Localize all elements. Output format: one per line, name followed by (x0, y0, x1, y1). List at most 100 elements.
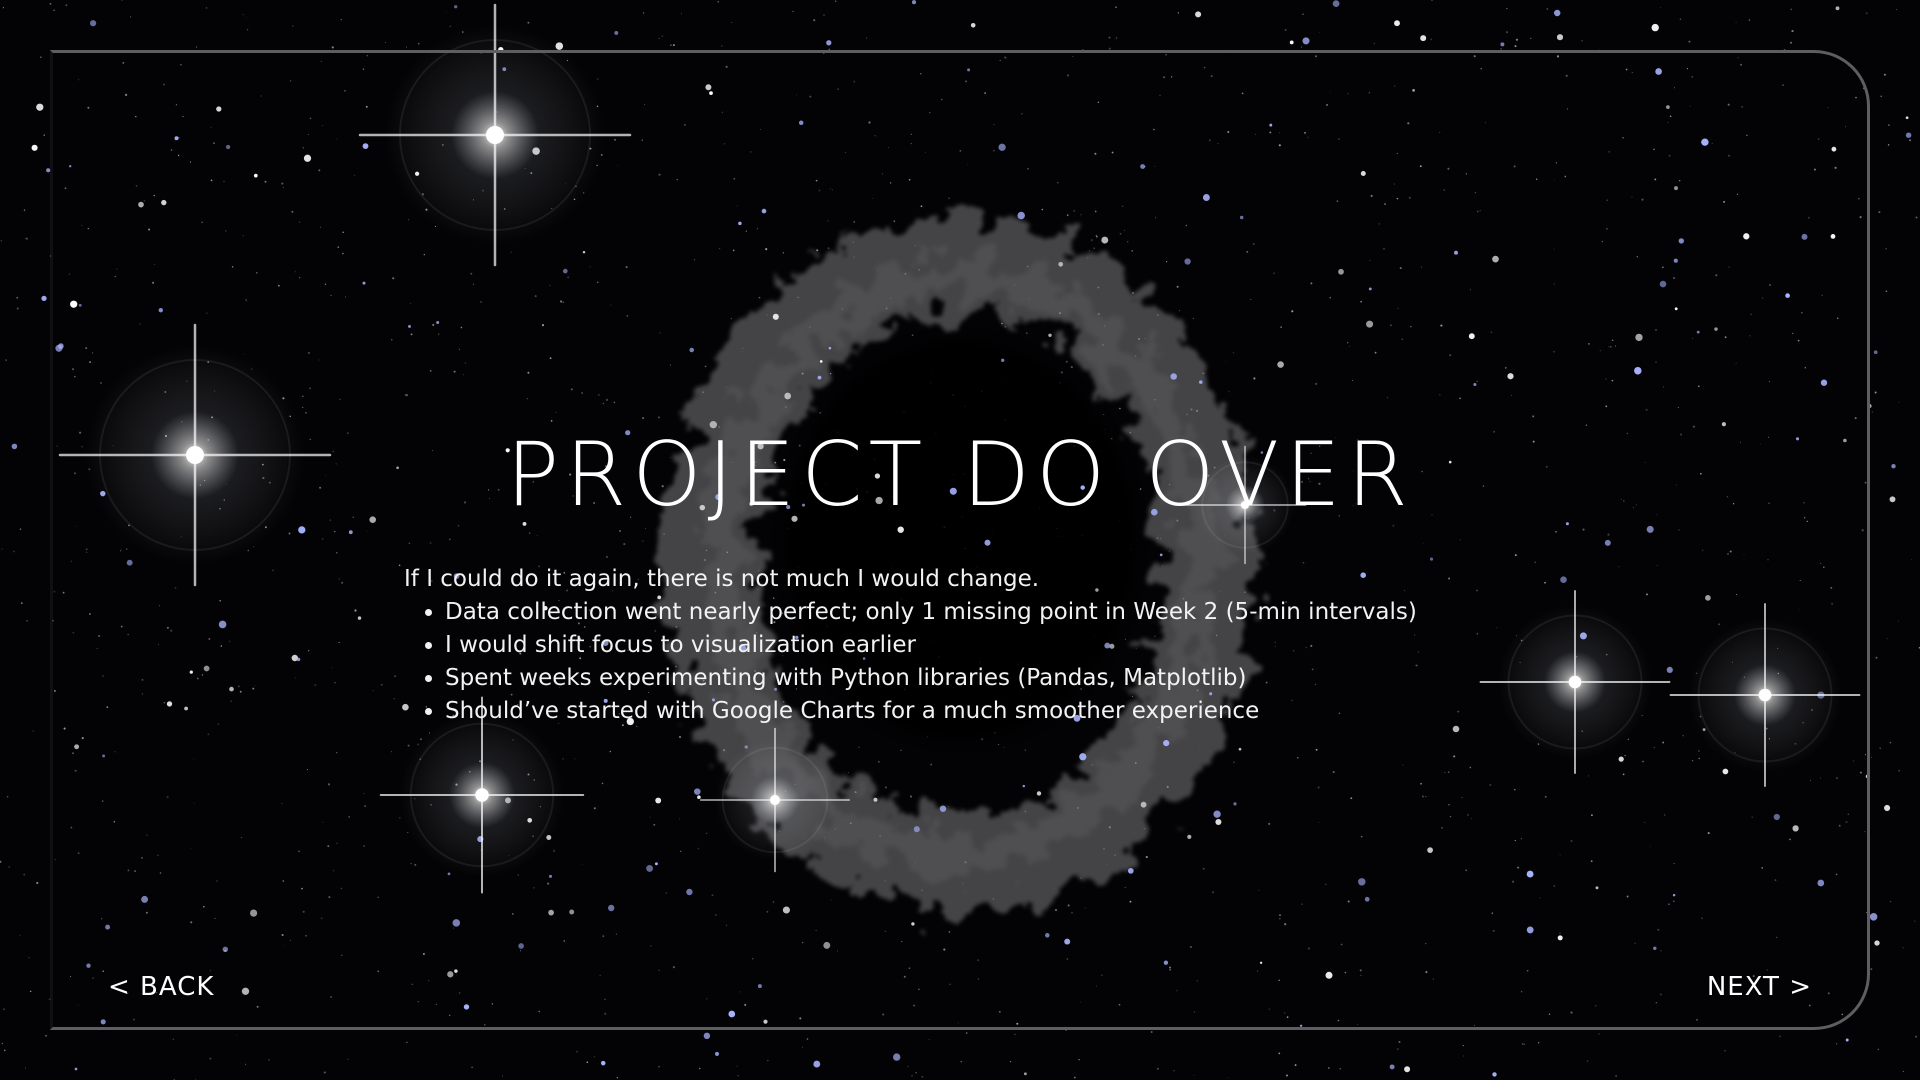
star (1865, 774, 1870, 779)
star-dust (1485, 122, 1487, 124)
star-dust (1101, 974, 1103, 976)
star-dust (965, 1032, 968, 1034)
back-button[interactable]: < BACK (108, 970, 214, 1004)
star (548, 909, 554, 916)
star-dust (1859, 216, 1862, 219)
star-dust (1369, 260, 1371, 262)
star-dust (1004, 56, 1007, 59)
star-dust (182, 115, 184, 118)
star-dust (913, 1004, 916, 1007)
star-dust (1799, 579, 1801, 582)
star-dust (407, 832, 409, 834)
star-dust (981, 1027, 985, 1030)
star-dust (54, 858, 57, 861)
star-dust (1396, 152, 1398, 155)
star-dust (605, 555, 608, 558)
star-dust (423, 253, 425, 256)
star (705, 84, 712, 91)
star (348, 530, 353, 535)
star-dust (364, 804, 367, 808)
star-dust (1556, 55, 1560, 58)
star-dust (1009, 1061, 1012, 1063)
star-dust (157, 644, 160, 646)
star-dust (1515, 38, 1518, 41)
star-dust (254, 685, 256, 687)
star-dust (911, 334, 914, 337)
next-button[interactable]: NEXT > (1707, 970, 1812, 1004)
star (1202, 194, 1210, 201)
star-dust (1827, 107, 1829, 109)
star (1022, 784, 1026, 788)
star-dust (1269, 131, 1272, 134)
star-dust (1071, 912, 1073, 914)
star (1659, 280, 1667, 288)
star-dust (146, 834, 148, 836)
star-dust (615, 933, 617, 935)
star-dust (1611, 379, 1614, 382)
star-dust (1169, 968, 1172, 971)
star-dust (1257, 970, 1259, 972)
star-dust (1827, 992, 1830, 995)
star (1163, 739, 1170, 747)
star-dust (1657, 928, 1660, 931)
star (1666, 105, 1670, 109)
star-dust (560, 300, 563, 303)
star-dust (1073, 210, 1075, 212)
star-dust (581, 864, 583, 866)
star-dust (1599, 350, 1601, 352)
star (569, 909, 575, 915)
star-dust (960, 1061, 962, 1063)
star-dust (324, 283, 327, 285)
star-dust (940, 98, 943, 101)
star-dust (1459, 397, 1461, 400)
star-dust (63, 727, 66, 730)
star-dust (1724, 336, 1727, 339)
star-dust (391, 751, 393, 753)
star-dust (1339, 1068, 1341, 1070)
star-dust (1246, 251, 1249, 253)
star-dust (642, 540, 644, 542)
star-dust (264, 180, 267, 183)
star-dust (1368, 92, 1370, 94)
star-dust (106, 706, 109, 709)
star-dust (1537, 1042, 1540, 1044)
star (826, 40, 832, 46)
star-dust (1, 548, 3, 550)
star-dust (1193, 1011, 1196, 1013)
star-dust (644, 104, 646, 105)
star-dust (145, 911, 148, 914)
star-dust (1253, 377, 1256, 380)
star-dust (616, 1077, 618, 1079)
star (296, 657, 301, 662)
star-dust (1056, 181, 1059, 184)
star (1368, 287, 1372, 291)
star-dust (1767, 559, 1769, 561)
star-dust (102, 675, 105, 677)
star-dust (1443, 189, 1445, 191)
star (1673, 258, 1678, 263)
star-dust (272, 569, 275, 572)
star-dust (1746, 134, 1748, 136)
star-dust (910, 133, 913, 136)
star-dust (1399, 267, 1402, 270)
star-dust (652, 804, 654, 806)
star (1195, 11, 1202, 18)
star-dust (1397, 307, 1399, 309)
star-dust (1810, 780, 1812, 781)
star-dust (1360, 835, 1363, 838)
star-dust (1449, 354, 1452, 357)
star-dust (180, 63, 182, 66)
star-dust (1439, 394, 1441, 396)
star-dust (40, 56, 42, 58)
star-dust (309, 117, 312, 119)
star-dust (610, 304, 612, 306)
star-dust (335, 751, 338, 754)
star-dust (87, 227, 89, 230)
star (141, 895, 149, 903)
star-dust (1176, 285, 1179, 288)
star-dust (70, 975, 72, 978)
star-dust (1711, 142, 1714, 145)
star-dust (245, 299, 247, 301)
star-dust (858, 746, 860, 749)
star-dust (1347, 93, 1349, 95)
